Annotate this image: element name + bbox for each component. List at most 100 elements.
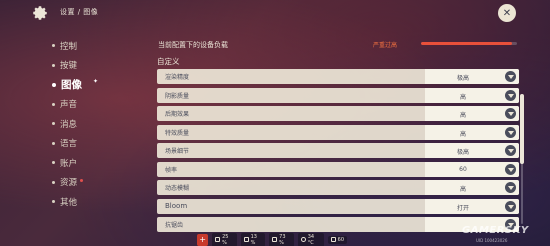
setting-label: 渲染精度 — [165, 74, 190, 81]
sidebar-item-label: 图像 — [61, 79, 82, 92]
scrollbar-thumb[interactable] — [520, 94, 524, 164]
stat-value: 34 °C — [307, 233, 315, 246]
sidebar-item-label: 其他 — [60, 197, 78, 208]
chevron-down-icon[interactable] — [505, 89, 516, 101]
stat-memory: 13 % — [240, 232, 266, 246]
notification-badge — [80, 178, 84, 182]
setting-dropdown[interactable]: 高 — [425, 106, 519, 121]
sidebar-item-graphics[interactable]: 图像 ✦ — [52, 75, 132, 95]
stat-cpu: 25 % — [212, 232, 237, 246]
temperature-icon — [300, 237, 306, 242]
setting-dropdown[interactable]: 极高 — [425, 69, 519, 84]
chevron-down-icon[interactable] — [505, 71, 516, 82]
setting-row-bloom[interactable]: Bloom 打开 — [157, 198, 519, 214]
setting-value: 高 — [459, 93, 466, 101]
stat-battery: 73 % — [269, 232, 294, 246]
setting-label: 后期效果 — [165, 111, 190, 118]
sidebar-item-label: 资源 — [60, 178, 78, 189]
device-load-bar — [421, 42, 517, 45]
sidebar-item-controls[interactable]: 控制 — [52, 36, 132, 56]
cpu-icon — [215, 237, 221, 242]
bullet-icon — [52, 44, 55, 48]
bullet-icon — [52, 200, 55, 204]
device-load-title: 当前配置下的设备负载 — [158, 41, 228, 49]
setting-label: Bloom — [165, 202, 188, 210]
close-button[interactable]: ✕ — [498, 4, 516, 22]
setting-row-frame-rate[interactable]: 帧率 60 — [157, 161, 519, 177]
setting-row-shadow-quality[interactable]: 阴影质量 高 — [157, 87, 519, 103]
setting-row-post-processing[interactable]: 后期效果 高 — [157, 106, 519, 121]
setting-value: 极高 — [456, 75, 469, 82]
sidebar-item-label: 声音 — [60, 100, 78, 111]
battery-icon — [272, 237, 278, 242]
settings-list: 渲染精度 极高 阴影质量 高 后期效果 高 特效质量 高 场景细节 极高 帧率 … — [157, 69, 519, 236]
bullet-icon — [52, 180, 55, 184]
setting-dropdown[interactable]: 60 — [425, 161, 519, 177]
setting-row-effects-quality[interactable]: 特效质量 高 — [157, 124, 519, 140]
section-title-custom: 自定义 — [157, 57, 180, 66]
setting-row-render-resolution[interactable]: 渲染精度 极高 — [157, 69, 519, 84]
setting-value: 打开 — [456, 204, 469, 212]
chevron-down-icon[interactable] — [505, 108, 516, 119]
bullet-icon — [52, 161, 55, 165]
chevron-down-icon[interactable] — [505, 126, 516, 138]
chevron-down-icon[interactable] — [505, 200, 516, 212]
sidebar-item-keys[interactable]: 按键 — [52, 56, 132, 76]
stat-value: 60 — [337, 236, 345, 243]
sidebar-item-sound[interactable]: 声音 — [52, 95, 132, 115]
setting-row-motion-blur[interactable]: 动态模糊 高 — [157, 180, 519, 195]
bullet-icon — [52, 141, 55, 145]
bullet-icon — [52, 82, 56, 87]
setting-value: 高 — [459, 186, 466, 193]
watermark-uid: UID 100423026 — [476, 238, 508, 243]
setting-label: 特效质量 — [165, 129, 190, 137]
stat-value: 25 % — [222, 233, 229, 246]
sparkle-icon: ✦ — [93, 78, 99, 85]
setting-dropdown[interactable]: 高 — [425, 124, 519, 140]
setting-label: 抗锯齿 — [165, 222, 184, 229]
stat-value: 13 % — [250, 233, 257, 246]
setting-label: 场景细节 — [165, 148, 190, 155]
sidebar-item-label: 账户 — [60, 158, 78, 169]
bullet-icon — [52, 122, 55, 126]
performance-overlay: + 25 % 13 % 73 % 34 °C 60 — [197, 232, 348, 246]
sidebar-item-other[interactable]: 其他 — [52, 192, 132, 212]
sidebar-item-resources[interactable]: 资源 — [52, 173, 132, 193]
settings-scrollbar[interactable] — [520, 94, 524, 224]
sidebar-item-label: 控制 — [60, 41, 78, 52]
setting-value: 高 — [459, 112, 466, 119]
gear-icon — [33, 6, 47, 20]
sidebar-item-label: 按键 — [60, 61, 78, 72]
setting-label: 阴影质量 — [165, 92, 190, 100]
chevron-down-icon[interactable] — [505, 182, 516, 193]
sidebar-item-label: 消息 — [60, 119, 78, 130]
top-bar: 设置 / 图像 ✕ — [0, 0, 550, 26]
setting-label: 动态模糊 — [165, 185, 190, 192]
setting-dropdown[interactable]: 高 — [425, 87, 519, 103]
sidebar-item-language[interactable]: 语言 — [52, 134, 132, 154]
chevron-down-icon[interactable] — [505, 163, 516, 175]
setting-dropdown[interactable]: 极高 — [425, 143, 519, 158]
sidebar: 控制 按键 图像 ✦ 声音 消息 语言 账户 资源 其他 — [52, 36, 132, 212]
close-icon: ✕ — [502, 7, 512, 19]
setting-value: 60 — [459, 165, 467, 173]
chevron-down-icon[interactable] — [505, 145, 516, 156]
sidebar-item-messages[interactable]: 消息 — [52, 114, 132, 134]
setting-row-scene-detail[interactable]: 场景细节 极高 — [157, 143, 519, 158]
sidebar-item-account[interactable]: 账户 — [52, 153, 132, 173]
memory-icon — [243, 237, 249, 242]
breadcrumb: 设置 / 图像 — [60, 8, 99, 16]
device-load-status: 严重过高 — [373, 42, 398, 49]
setting-dropdown[interactable]: 高 — [425, 180, 519, 195]
bullet-icon — [52, 63, 55, 67]
overlay-toggle-button[interactable]: + — [197, 233, 209, 246]
setting-value: 高 — [459, 130, 466, 138]
stat-temperature: 34 °C — [297, 232, 324, 246]
setting-value: 极高 — [456, 149, 469, 156]
setting-dropdown[interactable]: 打开 — [425, 198, 519, 214]
plus-icon: + — [199, 235, 206, 244]
device-load-bar-fill — [421, 42, 513, 45]
setting-label: 帧率 — [165, 166, 178, 174]
fps-icon — [330, 237, 336, 242]
sidebar-item-label: 语言 — [60, 139, 78, 150]
